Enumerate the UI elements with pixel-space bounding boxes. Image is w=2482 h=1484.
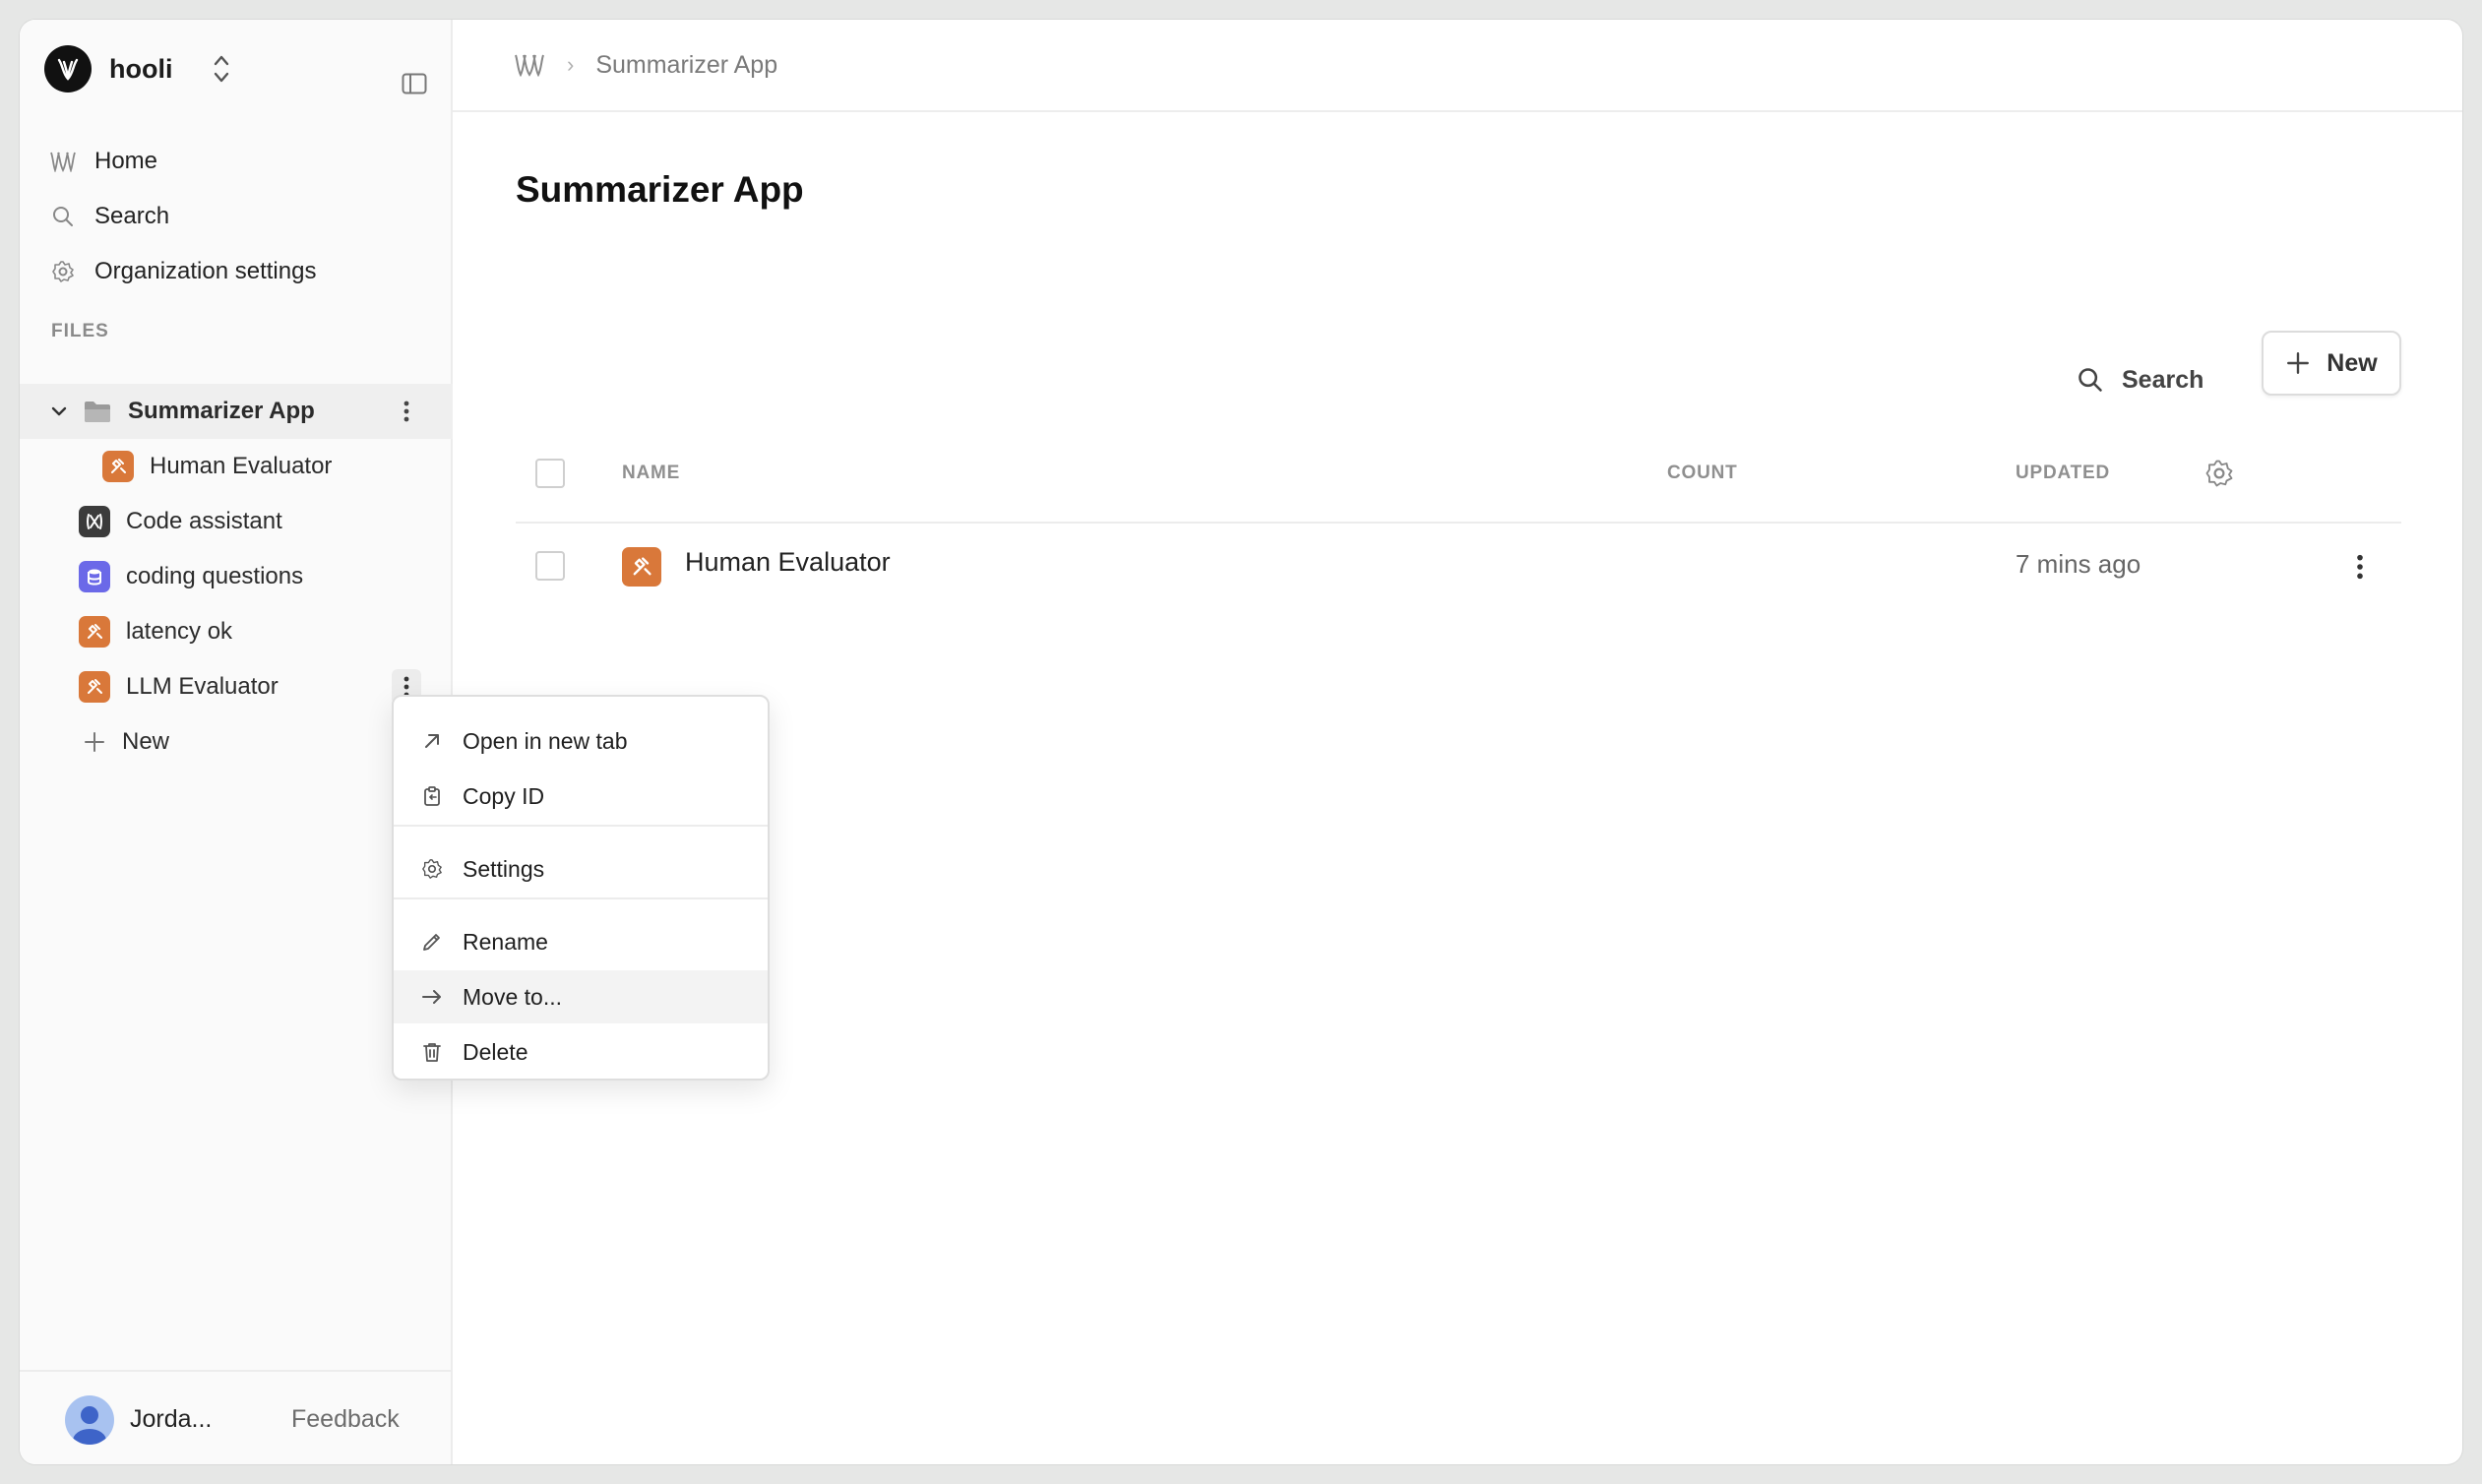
sidebar-item-latency-ok[interactable]: latency ok — [20, 604, 453, 659]
breadcrumb-current[interactable]: Summarizer App — [595, 51, 777, 80]
menu-item-label: Rename — [463, 928, 548, 955]
column-header-name[interactable]: NAME — [622, 463, 680, 484]
menu-item-label: Settings — [463, 855, 545, 882]
column-header-count[interactable]: COUNT — [1667, 463, 1738, 484]
menu-item-label: Delete — [463, 1038, 528, 1065]
sidebar-item-summarizer-app[interactable]: Summarizer App — [20, 384, 453, 439]
home-logo-icon — [49, 148, 77, 175]
sidebar-item-label: Home — [94, 148, 158, 174]
chevron-right-icon: › — [567, 52, 575, 77]
pencil-icon — [419, 929, 445, 955]
clipboard-icon — [419, 783, 445, 809]
evaluator-icon — [79, 671, 110, 703]
sidebar-item-label: New — [122, 728, 170, 755]
menu-item-rename[interactable]: Rename — [394, 915, 768, 968]
evaluator-icon — [79, 616, 110, 648]
context-menu: Open in new tab Copy ID Settings Rename — [392, 695, 770, 1081]
sidebar: hooli Home Search Organization settings … — [20, 20, 453, 1464]
avatar[interactable] — [65, 1395, 114, 1445]
menu-divider — [394, 897, 768, 899]
menu-item-open-in-new-tab[interactable]: Open in new tab — [394, 714, 768, 768]
column-header-updated[interactable]: UPDATED — [2016, 463, 2110, 484]
arrow-up-right-icon — [419, 728, 445, 754]
sidebar-new-file-button[interactable]: New — [20, 714, 453, 770]
gear-icon — [49, 258, 77, 285]
menu-item-label: Open in new tab — [463, 727, 628, 754]
org-switcher[interactable]: hooli — [44, 44, 231, 93]
evaluator-icon — [622, 547, 661, 587]
search-icon — [2079, 368, 2102, 392]
menu-item-copy-id[interactable]: Copy ID — [394, 770, 768, 823]
row-checkbox[interactable] — [535, 551, 565, 581]
sidebar-footer: Jorda... Feedback — [20, 1370, 453, 1464]
menu-item-move-to[interactable]: Move to... — [394, 970, 768, 1023]
dataset-icon — [79, 561, 110, 592]
sidebar-item-label: Search — [94, 203, 170, 229]
files-section-label: FILES — [51, 321, 109, 341]
search-icon — [49, 203, 77, 230]
sidebar-item-label: Code assistant — [126, 508, 282, 534]
row-more-options-icon[interactable] — [2356, 553, 2364, 581]
menu-item-label: Move to... — [463, 983, 562, 1010]
sidebar-item-human-evaluator[interactable]: Human Evaluator — [20, 439, 453, 494]
org-logo-icon — [44, 45, 92, 93]
search-button-label: Search — [2122, 365, 2204, 394]
chevron-down-icon[interactable] — [49, 402, 69, 421]
more-options-icon[interactable] — [392, 394, 421, 429]
sidebar-item-label: Organization settings — [94, 258, 317, 284]
sidebar-item-label: Summarizer App — [128, 398, 315, 424]
sidebar-item-coding-questions[interactable]: coding questions — [20, 549, 453, 604]
menu-item-settings[interactable]: Settings — [394, 842, 768, 896]
sidebar-item-llm-evaluator[interactable]: LLM Evaluator — [20, 659, 453, 714]
column-settings-gear-icon[interactable] — [2204, 459, 2234, 488]
sidebar-item-label: Human Evaluator — [150, 453, 333, 479]
feedback-button[interactable]: Feedback — [291, 1405, 400, 1434]
evaluator-icon — [102, 451, 134, 482]
sidebar-item-organization-settings[interactable]: Organization settings — [49, 248, 316, 295]
breadcrumb: › Summarizer App — [453, 20, 2462, 112]
chevron-up-down-icon[interactable] — [212, 52, 231, 86]
sidebar-item-label: LLM Evaluator — [126, 673, 279, 700]
user-name[interactable]: Jorda... — [130, 1405, 212, 1434]
page-title: Summarizer App — [516, 169, 804, 210]
org-name: hooli — [109, 53, 173, 84]
menu-item-label: Copy ID — [463, 782, 545, 809]
trash-icon — [419, 1039, 445, 1065]
row-name[interactable]: Human Evaluator — [685, 547, 891, 578]
app-window: hooli Home Search Organization settings … — [20, 20, 2462, 1464]
gear-icon — [419, 856, 445, 882]
sidebar-toggle-icon[interactable] — [402, 73, 427, 94]
home-logo-icon[interactable] — [514, 53, 545, 77]
new-button-label: New — [2327, 348, 2378, 377]
menu-divider — [394, 825, 768, 827]
table-divider — [516, 522, 2401, 524]
plus-icon — [85, 732, 104, 752]
folder-icon — [85, 402, 110, 422]
sidebar-item-label: coding questions — [126, 563, 304, 589]
sidebar-item-label: latency ok — [126, 618, 233, 645]
new-button[interactable]: New — [2262, 331, 2401, 396]
prompt-icon — [79, 506, 110, 537]
sidebar-item-home[interactable]: Home — [49, 138, 157, 185]
plus-icon — [2287, 352, 2310, 374]
menu-item-delete[interactable]: Delete — [394, 1025, 768, 1079]
search-button[interactable]: Search — [2077, 348, 2203, 411]
sidebar-item-search[interactable]: Search — [49, 193, 169, 240]
select-all-checkbox[interactable] — [535, 459, 565, 488]
arrow-right-icon — [419, 984, 445, 1010]
row-updated: 7 mins ago — [2016, 549, 2141, 579]
sidebar-item-code-assistant[interactable]: Code assistant — [20, 494, 453, 549]
